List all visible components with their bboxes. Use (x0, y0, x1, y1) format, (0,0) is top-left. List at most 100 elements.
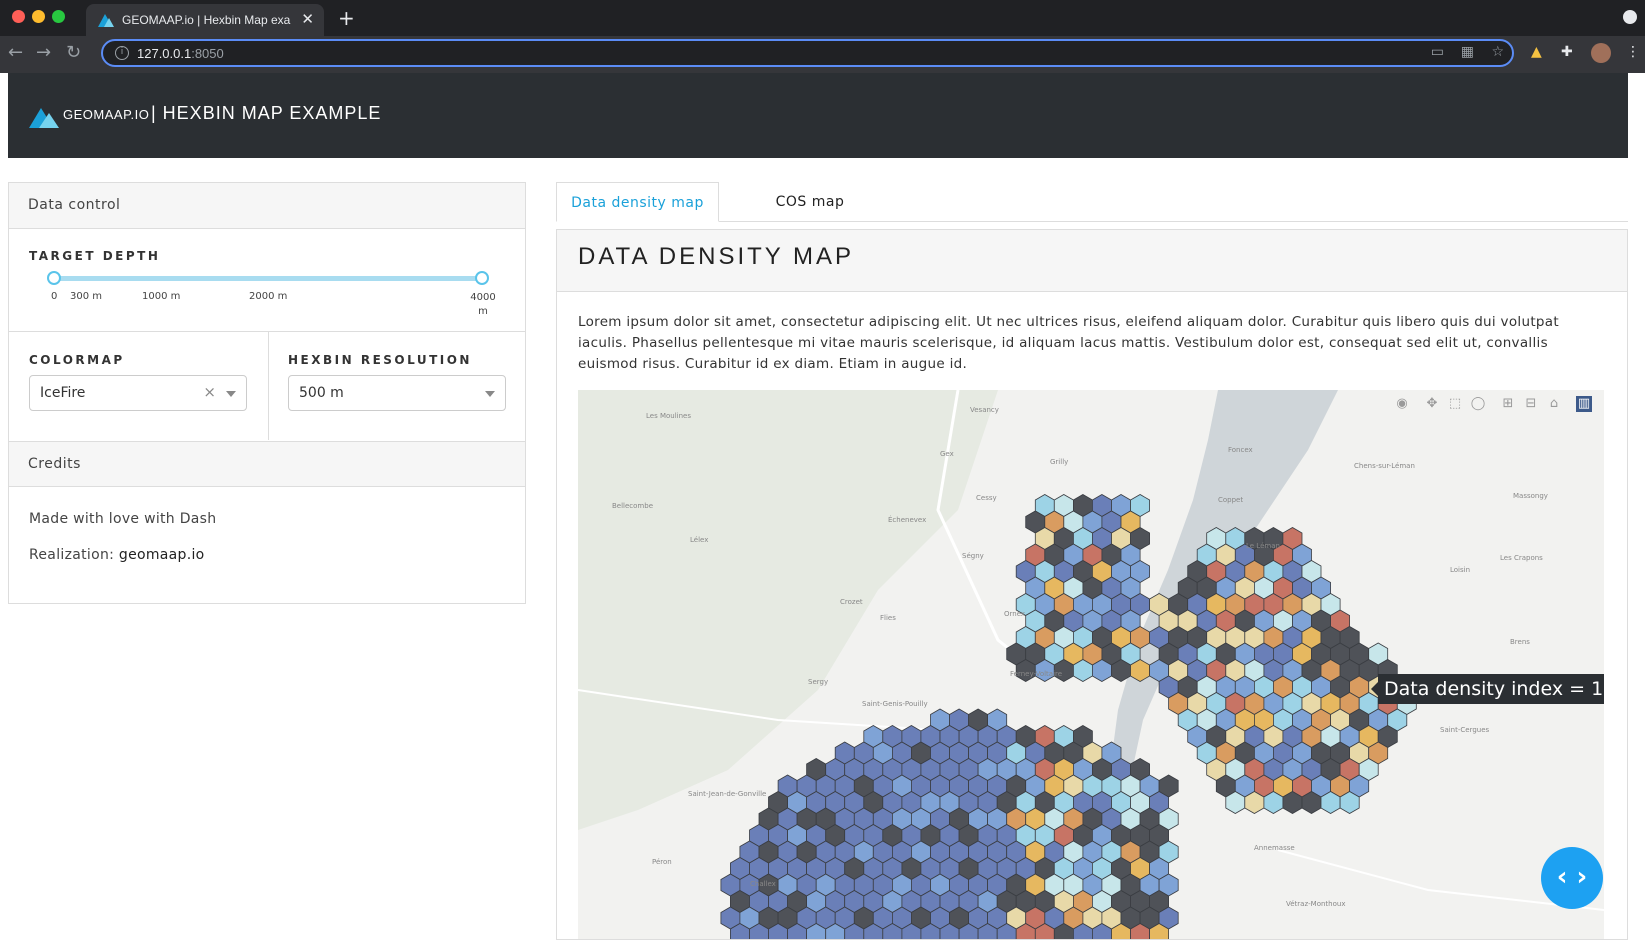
colormap-label: COLORMAP (29, 353, 125, 367)
geomaap-logo-icon (29, 108, 59, 128)
map-place-label: Coppet (1218, 496, 1244, 504)
favicon-icon (98, 14, 114, 27)
slider-tick: 1000 m (142, 291, 181, 302)
lasso-icon[interactable]: ◯ (1470, 396, 1486, 412)
slider-handle-min[interactable] (47, 271, 61, 285)
target-depth-slider[interactable] (54, 276, 482, 281)
browser-tab-bar: GEOMAAP.io | Hexbin Map exa ✕ + (0, 0, 1645, 36)
map-place-label: Les Crapons (1500, 554, 1543, 562)
tab-data-density-map[interactable]: Data density map (556, 182, 719, 222)
map-place-label: Péron (652, 858, 672, 866)
hexbin-map[interactable]: Vesancy Les Moulines Gex Grilly Foncex C… (578, 390, 1604, 939)
map-place-label: Échenevex (888, 516, 927, 524)
reload-icon[interactable]: ↻ (66, 42, 81, 63)
code-toggle-icon[interactable]: ‹ › (1541, 847, 1603, 909)
plot-modebar: ◉ ✥ ⬚ ◯ ⊞ ⊟ ⌂ ▥ (1384, 392, 1604, 416)
data-control-title: Data control (28, 197, 121, 213)
browser-menu-icon[interactable]: ⋮ (1626, 44, 1640, 60)
url-text: 127.0.0.1:8050 (137, 46, 224, 61)
slider-handle-max[interactable] (475, 271, 489, 285)
map-place-label: Brens (1510, 638, 1530, 646)
card-title: DATA DENSITY MAP (578, 243, 855, 270)
target-depth-label: TARGET DEPTH (29, 249, 161, 263)
map-place-label: Massongy (1513, 492, 1548, 500)
data-control-header: Data control (9, 183, 525, 229)
slider-tick: 300 m (70, 291, 103, 302)
extensions-puzzle-icon[interactable]: ✚ (1561, 44, 1573, 60)
tab-search-icon[interactable] (1623, 10, 1637, 24)
geomaap-link[interactable]: geomaap.io (119, 547, 205, 563)
map-place-label: Lélex (690, 536, 709, 544)
clear-icon[interactable]: × (203, 383, 216, 401)
browser-tab[interactable]: GEOMAAP.io | Hexbin Map exa ✕ (86, 4, 324, 36)
tab-cos-map[interactable]: COS map (755, 182, 865, 222)
map-place-label: Loisin (1450, 566, 1471, 574)
box-select-icon[interactable]: ⬚ (1447, 396, 1463, 412)
chevron-down-icon[interactable] (485, 391, 495, 397)
map-place-label: Vesancy (970, 406, 999, 414)
page-title: | HEXBIN MAP EXAMPLE (151, 103, 382, 123)
map-place-label: Ferney-Voltaire (1010, 670, 1063, 678)
extension-flask-icon[interactable]: ▲ (1531, 44, 1542, 60)
map-place-label: Gex (940, 450, 954, 458)
divider (268, 331, 269, 440)
tab-bar: Data density map COS map (556, 182, 1628, 222)
close-tab-icon[interactable]: ✕ (301, 10, 314, 28)
address-bar[interactable]: i 127.0.0.1:8050 ▭ ▦ ☆ (101, 39, 1514, 67)
map-basemap (578, 390, 1604, 939)
camera-icon[interactable]: ◉ (1394, 396, 1410, 412)
map-place-label: Bellecombe (612, 502, 654, 510)
map-place-label: Flies (880, 614, 896, 622)
minimize-window-button[interactable] (32, 10, 45, 23)
map-place-label: Crozet (840, 598, 863, 606)
map-place-label: Saint-Cergues (1440, 726, 1490, 734)
forward-icon[interactable]: → (36, 42, 51, 63)
plotly-logo-icon[interactable]: ▥ (1576, 396, 1592, 412)
cast-icon[interactable]: ▭ (1431, 44, 1444, 60)
map-place-label: Cessy (976, 494, 997, 502)
description-text: Lorem ipsum dolor sit amet, consectetur … (578, 314, 1559, 372)
credit-line: Made with love with Dash (29, 511, 217, 527)
hexbin-resolution-select[interactable]: 500 m (288, 375, 506, 411)
app-header: GEOMAAP.IO | HEXBIN MAP EXAMPLE (8, 73, 1628, 158)
brand-name: GEOMAAP.IO (63, 107, 150, 122)
colormap-value: IceFire (40, 385, 86, 401)
map-place-label: Sergy (808, 678, 829, 686)
map-place-label: Saint-Jean-de-Gonville (688, 790, 767, 798)
pan-icon[interactable]: ✥ (1424, 396, 1440, 412)
slider-tick: 4000 m (470, 292, 496, 317)
map-place-label: Vétraz-Monthoux (1286, 900, 1346, 908)
map-place-label: Foncex (1228, 446, 1253, 454)
profile-avatar[interactable] (1591, 43, 1611, 63)
qr-code-icon[interactable]: ▦ (1461, 44, 1474, 60)
zoom-out-icon[interactable]: ⊟ (1523, 396, 1539, 412)
map-place-label: Saint-Genis-Pouilly (862, 700, 928, 708)
browser-tab-title: GEOMAAP.io | Hexbin Map exa (122, 13, 291, 27)
hexbin-resolution-value: 500 m (299, 385, 344, 401)
bookmark-star-icon[interactable]: ☆ (1491, 44, 1504, 60)
hexbin-resolution-label: HEXBIN RESOLUTION (288, 353, 472, 367)
map-place-label: Les Moulines (646, 412, 691, 420)
map-place-label: Annemasse (1254, 844, 1295, 852)
site-info-icon[interactable]: i (115, 46, 129, 60)
map-place-label: Challex (750, 880, 776, 888)
card-header: DATA DENSITY MAP (557, 230, 1627, 292)
maximize-window-button[interactable] (52, 10, 65, 23)
chevron-down-icon[interactable] (226, 391, 236, 397)
map-card: DATA DENSITY MAP Lorem ipsum dolor sit a… (556, 229, 1628, 940)
divider (9, 331, 525, 332)
back-icon[interactable]: ← (8, 42, 23, 63)
zoom-in-icon[interactable]: ⊞ (1500, 396, 1516, 412)
data-control-panel: Data control TARGET DEPTH 0 300 m 1000 m… (8, 182, 526, 604)
close-window-button[interactable] (12, 10, 25, 23)
colormap-select[interactable]: IceFire × (29, 375, 247, 411)
map-place-label: Ornex (1004, 610, 1026, 618)
home-icon[interactable]: ⌂ (1546, 396, 1562, 412)
credit-realization: Realization: geomaap.io (29, 547, 205, 563)
map-place-label: Grilly (1050, 458, 1069, 466)
map-place-label: Chens-sur-Léman (1354, 462, 1415, 470)
credits-header: Credits (9, 441, 525, 487)
map-place-label: Le Léman (1246, 542, 1280, 550)
map-place-label: Ségny (962, 552, 984, 560)
new-tab-button[interactable]: + (338, 6, 355, 30)
